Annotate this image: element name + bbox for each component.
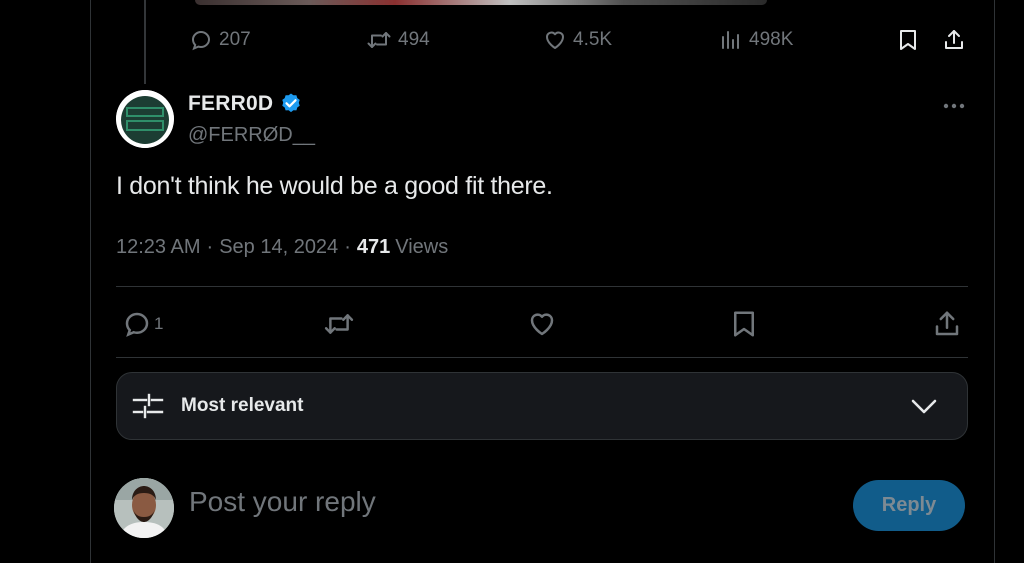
views-count: 498K [749,29,794,50]
retweet-action[interactable]: 494 [366,22,430,58]
reply-icon [191,30,211,51]
tweet-actions: 1 [0,302,1024,346]
bookmark-icon [900,30,916,50]
bookmark-icon [734,311,754,337]
sort-sliders-icon [132,393,164,419]
retweet-count: 494 [398,29,430,50]
like-count: 4.5K [573,29,613,50]
bookmark-action[interactable] [896,22,920,58]
divider [116,286,968,287]
meta-separator: · [206,236,214,258]
reply-count: 207 [219,29,251,50]
author-logo [116,90,174,148]
retweet-action[interactable] [323,302,355,346]
previous-tweet-media[interactable] [195,0,767,5]
tweet-views-label: Views [395,236,449,258]
user-photo [114,478,174,538]
meta-separator: · [344,236,351,258]
divider [116,357,968,358]
previous-tweet-actions: 207 494 4.5K 498K [0,22,1024,58]
retweet-icon [324,314,354,334]
reply-button[interactable]: Reply [853,480,965,531]
reply-icon [125,312,149,337]
reply-input[interactable]: Post your reply [189,486,376,518]
user-avatar[interactable] [114,478,174,538]
sort-label: Most relevant [181,395,304,416]
like-icon [546,31,564,49]
share-action[interactable] [932,302,962,346]
tweet-time[interactable]: 12:23 AM [116,236,201,259]
author-handle[interactable]: @FERRØD__ [188,124,315,147]
more-icon [943,103,965,109]
bookmark-action[interactable] [729,302,759,346]
like-action[interactable] [527,302,557,346]
retweet-icon [367,32,391,48]
column-border-left [90,0,91,563]
share-icon [945,30,963,49]
tweet-text: I don't think he would be a good fit the… [116,172,553,200]
author-avatar[interactable] [116,90,174,148]
verified-icon [282,93,300,113]
author-name-row[interactable]: FERR0D [188,92,303,116]
author-name[interactable]: FERR0D [188,92,273,116]
tweet-meta: 12:23 AM · Sep 14, 2024 · 471 Views [116,236,448,259]
reply-action[interactable]: 1 [122,302,163,346]
like-action[interactable]: 4.5K [543,22,612,58]
tweet-date[interactable]: Sep 14, 2024 [219,236,338,259]
column-border-right [994,0,995,563]
views-icon [722,31,739,49]
reply-action[interactable]: 207 [189,22,251,58]
chevron-down-icon [911,399,937,414]
views-action[interactable]: 498K [719,22,793,58]
like-icon [530,313,554,336]
reply-count: 1 [154,314,164,333]
tweet-views-count: 471 [356,236,391,258]
more-options-button[interactable] [940,92,968,120]
share-icon [935,311,959,336]
reply-sort-dropdown[interactable]: Most relevant [116,372,968,440]
share-action[interactable] [942,22,966,58]
